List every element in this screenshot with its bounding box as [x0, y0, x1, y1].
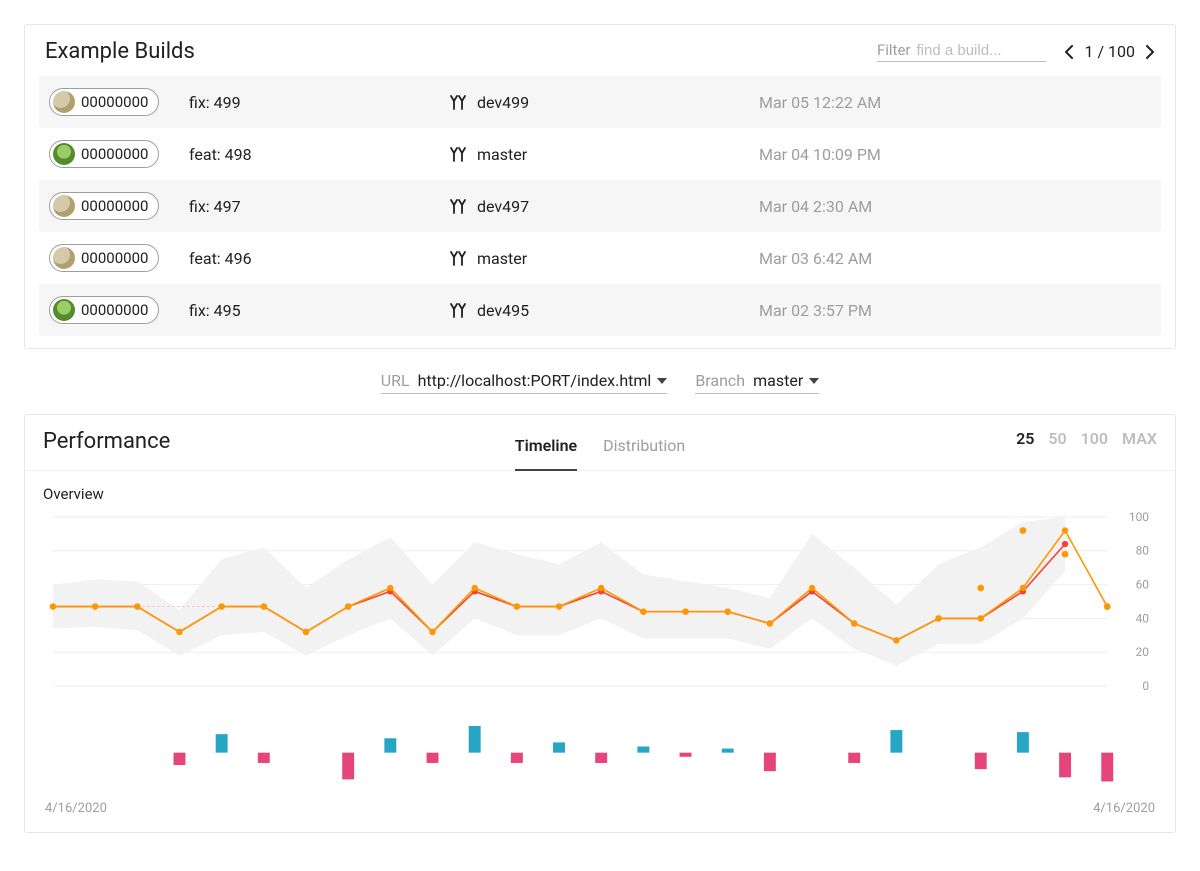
- build-time: Mar 05 12:22 AM: [759, 93, 1151, 112]
- branch-select[interactable]: Branch master: [695, 371, 819, 394]
- branch-name: dev499: [477, 93, 529, 112]
- avatar: [53, 195, 75, 217]
- build-time: Mar 04 2:30 AM: [759, 197, 1151, 216]
- tab-distribution[interactable]: Distribution: [603, 436, 685, 470]
- build-time: Mar 02 3:57 PM: [759, 301, 1151, 320]
- url-select-value: http://localhost:PORT/index.html: [418, 371, 652, 390]
- performance-title: Performance: [43, 429, 170, 454]
- branch-icon: [449, 197, 467, 215]
- branch-icon: [449, 301, 467, 319]
- commit-hash: 00000000: [81, 145, 148, 163]
- range-25[interactable]: 25: [1016, 429, 1034, 448]
- avatar: [53, 247, 75, 269]
- commit-message: fix: 495: [189, 301, 449, 320]
- caret-down-icon: [809, 378, 819, 384]
- svg-text:40: 40: [1136, 611, 1150, 625]
- builds-list: 00000000fix: 499dev499Mar 05 12:22 AM000…: [39, 76, 1161, 336]
- chart-date-left: 4/16/2020: [45, 801, 107, 816]
- branch-select-value: master: [753, 371, 803, 390]
- commit-message: fix: 497: [189, 197, 449, 216]
- selector-row: URL http://localhost:PORT/index.html Bra…: [24, 371, 1176, 394]
- build-time: Mar 03 6:42 AM: [759, 249, 1151, 268]
- branch-name: master: [477, 249, 527, 268]
- pager-position: 1 / 100: [1084, 42, 1135, 61]
- commit-hash: 00000000: [81, 93, 148, 111]
- chart-date-right: 4/16/2020: [1093, 801, 1155, 816]
- performance-card: Performance Timeline Distribution 25 50 100…: [24, 414, 1176, 833]
- builds-card: Example Builds Filter 1 / 100 00000000 fi…: [24, 24, 1176, 349]
- builds-header-controls: Filter 1 / 100: [877, 41, 1155, 62]
- build-row[interactable]: 00000000 feat: 498 master Mar 04 10:09 PM: [39, 128, 1161, 180]
- svg-text:0: 0: [1142, 679, 1149, 693]
- pager-prev-button[interactable]: [1064, 45, 1076, 59]
- branch-icon: [449, 93, 467, 111]
- build-row[interactable]: 00000000 fix: 495 dev495 Mar 02 3:57 PM: [39, 284, 1161, 336]
- range-max[interactable]: MAX: [1122, 429, 1157, 448]
- commit-hash-pill[interactable]: 00000000: [49, 296, 159, 324]
- avatar: [53, 299, 75, 321]
- branch-name: dev497: [477, 197, 529, 216]
- branch-icon: [449, 249, 467, 267]
- branch-icon: [449, 145, 467, 163]
- overview-chart-svg: 0 20 40 60 80 100: [43, 507, 1157, 795]
- url-select[interactable]: URL http://localhost:PORT/index.html: [381, 371, 668, 394]
- filter-label: Filter: [877, 41, 911, 59]
- avatar: [53, 143, 75, 165]
- commit-message: feat: 496: [189, 249, 449, 268]
- commit-hash: 00000000: [81, 301, 148, 319]
- url-select-label: URL: [381, 371, 410, 390]
- filter-input[interactable]: [916, 42, 1046, 59]
- commit-hash-pill[interactable]: 00000000: [49, 244, 159, 272]
- commit-hash-pill[interactable]: 00000000: [49, 192, 159, 220]
- overview-label: Overview: [43, 485, 1157, 503]
- range-50[interactable]: 50: [1048, 429, 1066, 448]
- pager-next-button[interactable]: [1143, 45, 1155, 59]
- svg-text:80: 80: [1136, 544, 1150, 558]
- avatar: [53, 91, 75, 113]
- commit-hash-pill[interactable]: 00000000: [49, 140, 159, 168]
- builds-header: Example Builds Filter 1 / 100: [39, 39, 1161, 76]
- tab-timeline[interactable]: Timeline: [515, 436, 577, 471]
- build-row[interactable]: 00000000 feat: 496 master Mar 03 6:42 AM: [39, 232, 1161, 284]
- performance-range-selector: 25 50 100 MAX: [1016, 429, 1157, 448]
- branch-name: master: [477, 145, 527, 164]
- build-time: Mar 04 10:09 PM: [759, 145, 1151, 164]
- branch-select-label: Branch: [695, 371, 745, 390]
- filter-field[interactable]: Filter: [877, 41, 1047, 62]
- chevron-left-icon: [1064, 45, 1076, 59]
- commit-hash: 00000000: [81, 249, 148, 267]
- commit-message: feat: 498: [189, 145, 449, 164]
- caret-down-icon: [657, 378, 667, 384]
- performance-body: Overview 0 20 40 60 80 100 4/16/2020 4/16/202…: [25, 471, 1175, 832]
- builds-title: Example Builds: [45, 39, 195, 64]
- range-100[interactable]: 100: [1081, 429, 1108, 448]
- overview-chart: 0 20 40 60 80 100: [43, 507, 1157, 795]
- commit-message: fix: 499: [189, 93, 449, 112]
- performance-header: Performance Timeline Distribution 25 50 100…: [25, 415, 1175, 471]
- svg-text:20: 20: [1136, 645, 1150, 659]
- svg-text:60: 60: [1136, 578, 1150, 592]
- build-row[interactable]: 00000000 fix: 499 dev499 Mar 05 12:22 AM: [39, 76, 1161, 128]
- chevron-right-icon: [1143, 45, 1155, 59]
- performance-tabs: Timeline Distribution: [515, 436, 685, 470]
- commit-hash: 00000000: [81, 197, 148, 215]
- commit-hash-pill[interactable]: 00000000: [49, 88, 159, 116]
- build-row[interactable]: 00000000 fix: 497 dev497 Mar 04 2:30 AM: [39, 180, 1161, 232]
- svg-text:100: 100: [1129, 510, 1149, 524]
- branch-name: dev495: [477, 301, 529, 320]
- pager: 1 / 100: [1064, 42, 1155, 61]
- chart-date-axis: 4/16/2020 4/16/2020: [43, 795, 1157, 826]
